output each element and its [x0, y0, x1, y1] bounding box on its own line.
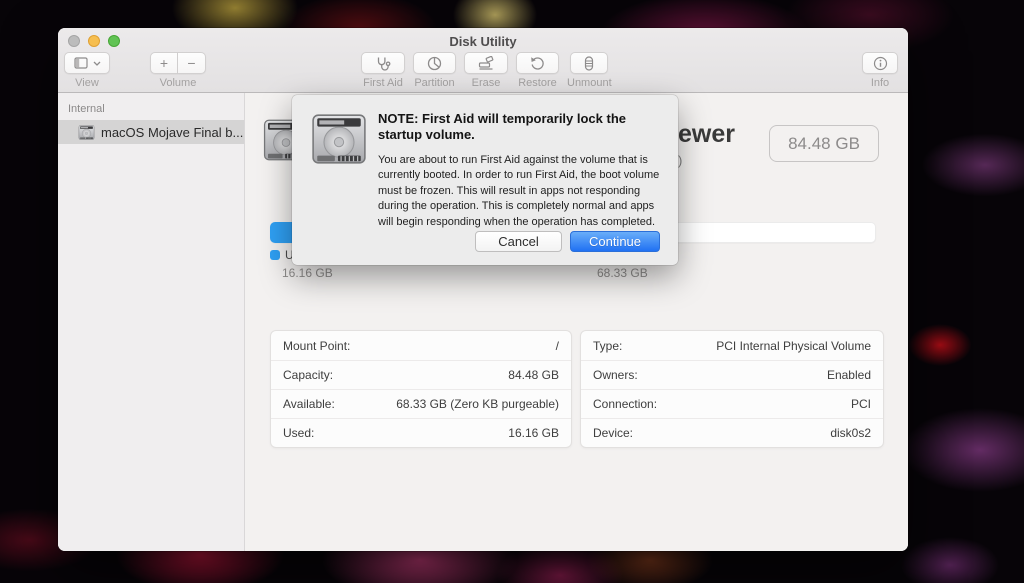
- toolbar-actions: First Aid Partition: [361, 52, 612, 89]
- sidebar-section-internal: Internal: [58, 103, 244, 115]
- detail-value: PCI: [851, 397, 871, 411]
- unmount-button[interactable]: [570, 52, 608, 74]
- used-legend-dot: [270, 250, 280, 260]
- unmount-control: Unmount: [567, 52, 612, 89]
- detail-row-owners: Owners: Enabled: [581, 360, 883, 389]
- volume-subtitle: ): [678, 153, 682, 168]
- erase-control: Erase: [464, 52, 508, 89]
- view-button[interactable]: [64, 52, 110, 74]
- partition-button[interactable]: [413, 52, 456, 74]
- dialog-disk-icon: [310, 110, 368, 168]
- detail-row-mount-point: Mount Point: /: [271, 331, 571, 360]
- sidebar-item-volume[interactable]: macOS Mojave Final b...: [58, 120, 244, 144]
- detail-value: PCI Internal Physical Volume: [716, 339, 871, 353]
- detail-row-available: Available: 68.33 GB (Zero KB purgeable): [271, 389, 571, 418]
- free-value: 68.33 GB: [597, 266, 648, 280]
- dialog-text: NOTE: First Aid will temporarily lock th…: [378, 111, 666, 231]
- sidebar-item-label: macOS Mojave Final b...: [101, 125, 243, 140]
- window-title: Disk Utility: [58, 34, 908, 49]
- detail-row-device: Device: disk0s2: [581, 418, 883, 447]
- sidebar: Internal macOS Mojave Final b...: [58, 93, 245, 551]
- first-aid-control: First Aid: [361, 52, 405, 89]
- info-label: Info: [871, 77, 889, 89]
- details-card-right: Type: PCI Internal Physical Volume Owner…: [580, 330, 884, 448]
- desktop: Disk Utility View + −: [0, 0, 1024, 583]
- details-cards: Mount Point: / Capacity: 84.48 GB Availa…: [270, 330, 884, 448]
- volume-control: + − Volume: [150, 52, 206, 89]
- restore-label: Restore: [518, 77, 557, 89]
- info-control: Info: [862, 52, 898, 89]
- detail-label: Mount Point:: [283, 339, 350, 353]
- detail-label: Type:: [593, 339, 622, 353]
- detail-label: Connection:: [593, 397, 657, 411]
- detail-value: Enabled: [827, 368, 871, 382]
- restore-button[interactable]: [516, 52, 559, 74]
- detail-label: Available:: [283, 397, 335, 411]
- dialog-title: NOTE: First Aid will temporarily lock th…: [378, 111, 666, 144]
- detail-value: 16.16 GB: [508, 426, 559, 440]
- view-label: View: [75, 77, 99, 89]
- restore-control: Restore: [516, 52, 559, 89]
- used-value: 16.16 GB: [282, 266, 333, 280]
- erase-label: Erase: [472, 77, 501, 89]
- details-card-left: Mount Point: / Capacity: 84.48 GB Availa…: [270, 330, 572, 448]
- detail-label: Capacity:: [283, 368, 333, 382]
- volume-size-badge: 84.48 GB: [769, 125, 879, 162]
- remove-volume-button[interactable]: −: [178, 52, 206, 74]
- dialog-body: You are about to run First Aid against t…: [378, 153, 666, 231]
- sidebar-layout-icon: [74, 57, 88, 69]
- first-aid-dialog: NOTE: First Aid will temporarily lock th…: [292, 95, 678, 265]
- info-icon: [873, 56, 888, 71]
- detail-row-type: Type: PCI Internal Physical Volume: [581, 331, 883, 360]
- volume-label: Volume: [160, 77, 197, 89]
- view-control: View: [64, 52, 110, 89]
- detail-row-capacity: Capacity: 84.48 GB: [271, 360, 571, 389]
- detail-value: disk0s2: [830, 426, 871, 440]
- cancel-button[interactable]: Cancel: [475, 231, 562, 252]
- unmount-label: Unmount: [567, 77, 612, 89]
- erase-button[interactable]: [464, 52, 508, 74]
- detail-value: /: [556, 339, 559, 353]
- detail-label: Used:: [283, 426, 314, 440]
- partition-icon: [427, 56, 442, 71]
- toolbar: Disk Utility View + −: [58, 28, 908, 93]
- first-aid-button[interactable]: [361, 52, 405, 74]
- info-button[interactable]: [862, 52, 898, 74]
- unmount-icon: [584, 56, 594, 71]
- detail-value: 84.48 GB: [508, 368, 559, 382]
- detail-value: 68.33 GB (Zero KB purgeable): [396, 397, 559, 411]
- add-volume-button[interactable]: +: [150, 52, 178, 74]
- restore-icon: [530, 56, 545, 71]
- detail-row-connection: Connection: PCI: [581, 389, 883, 418]
- disk-icon: [78, 124, 95, 141]
- first-aid-icon: [375, 56, 391, 71]
- detail-label: Owners:: [593, 368, 638, 382]
- erase-icon: [478, 56, 494, 70]
- first-aid-label: First Aid: [363, 77, 403, 89]
- chevron-down-icon: [93, 61, 101, 66]
- partition-control: Partition: [413, 52, 456, 89]
- continue-button[interactable]: Continue: [570, 231, 660, 252]
- volume-title: ewer: [678, 120, 735, 149]
- partition-label: Partition: [414, 77, 454, 89]
- detail-row-used: Used: 16.16 GB: [271, 418, 571, 447]
- detail-label: Device:: [593, 426, 633, 440]
